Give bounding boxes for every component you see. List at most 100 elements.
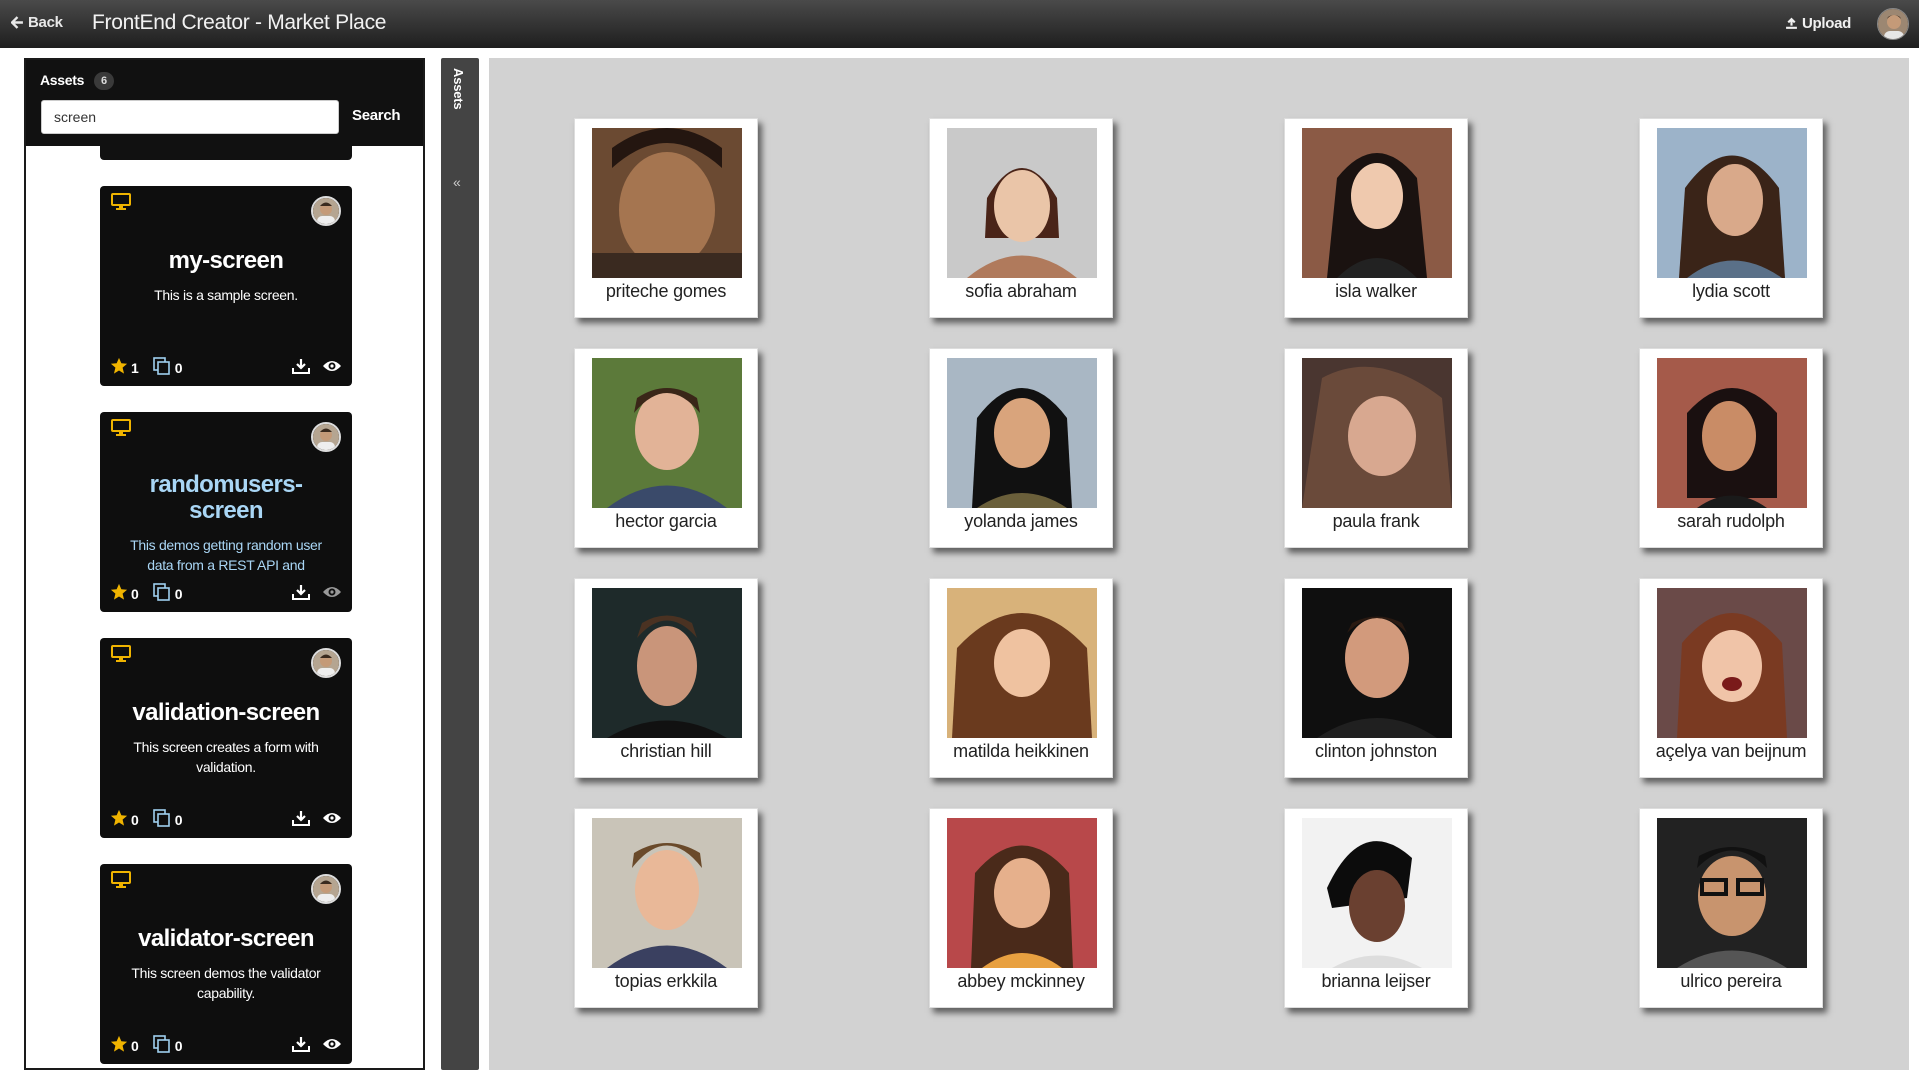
copy-icon[interactable] — [152, 809, 171, 827]
person-photo — [1657, 358, 1807, 508]
asset-title[interactable]: validation-screen — [100, 700, 352, 726]
person-card[interactable]: christian hill — [574, 578, 758, 778]
asset-card[interactable]: randomusers-screen This demos getting ra… — [100, 412, 352, 612]
asset-title[interactable]: randomusers-screen — [100, 472, 352, 524]
person-name: brianna leijser — [1321, 971, 1431, 991]
upload-button[interactable]: Upload — [1785, 15, 1851, 32]
person-name: lydia scott — [1692, 281, 1770, 301]
user-avatar[interactable] — [1877, 8, 1909, 40]
eye-icon[interactable] — [322, 585, 342, 599]
star-count: 1 — [131, 360, 139, 376]
person-name: matilda heikkinen — [953, 741, 1089, 761]
top-navbar: Back FrontEnd Creator - Market Place Upl… — [0, 0, 1919, 48]
star-count: 0 — [131, 586, 139, 602]
assets-title: Assets — [40, 72, 85, 88]
person-name: yolanda james — [964, 511, 1078, 531]
person-name: açelya van beijnum — [1655, 741, 1807, 761]
download-icon[interactable] — [292, 810, 310, 826]
person-card[interactable]: clinton johnston — [1284, 578, 1468, 778]
author-avatar[interactable] — [311, 422, 341, 452]
download-icon[interactable] — [292, 1036, 310, 1052]
eye-icon[interactable] — [322, 811, 342, 825]
person-photo — [592, 818, 742, 968]
asset-title[interactable]: validator-screen — [100, 926, 352, 952]
person-photo — [947, 358, 1097, 508]
person-name: paula frank — [1332, 511, 1420, 531]
person-name: sofia abraham — [965, 281, 1077, 301]
person-card[interactable]: matilda heikkinen — [929, 578, 1113, 778]
person-card[interactable]: sarah rudolph — [1639, 348, 1823, 548]
person-card[interactable]: sofia abraham — [929, 118, 1113, 318]
person-card[interactable]: isla walker — [1284, 118, 1468, 318]
asset-stats: 0 0 — [110, 808, 183, 828]
asset-actions — [292, 1036, 342, 1052]
monitor-icon — [111, 645, 131, 662]
person-photo — [1302, 588, 1452, 738]
person-name: sarah rudolph — [1677, 511, 1785, 531]
upload-icon — [1786, 17, 1797, 29]
copy-icon[interactable] — [152, 357, 171, 375]
person-photo — [592, 128, 742, 278]
asset-title[interactable]: my-screen — [100, 248, 352, 274]
person-card[interactable]: brianna leijser — [1284, 808, 1468, 1008]
asset-description: This is a sample screen. — [154, 287, 298, 303]
person-name: abbey mckinney — [957, 971, 1085, 991]
person-photo — [1657, 588, 1807, 738]
back-button[interactable]: Back — [11, 14, 63, 31]
asset-description: This demos getting random user data from… — [130, 537, 322, 573]
person-card[interactable]: yolanda james — [929, 348, 1113, 548]
person-card[interactable]: lydia scott — [1639, 118, 1823, 318]
star-icon[interactable] — [110, 809, 128, 827]
assets-panel: Assets 6 Search my-screen This is a samp… — [24, 58, 425, 1070]
copy-icon[interactable] — [152, 1035, 171, 1053]
download-icon[interactable] — [292, 358, 310, 374]
copy-count: 0 — [174, 812, 183, 828]
person-card[interactable]: topias erkkila — [574, 808, 758, 1008]
monitor-icon — [111, 419, 131, 436]
download-icon[interactable] — [292, 584, 310, 600]
person-name: isla walker — [1335, 281, 1417, 301]
person-name: christian hill — [620, 741, 712, 761]
person-card[interactable]: hector garcia — [574, 348, 758, 548]
person-card[interactable]: açelya van beijnum — [1639, 578, 1823, 778]
person-name: topias erkkila — [614, 971, 718, 991]
chevron-double-left-icon[interactable]: « — [453, 174, 461, 190]
app-title: FrontEnd Creator - Market Place — [92, 11, 387, 34]
star-icon[interactable] — [110, 1035, 128, 1053]
asset-card-partial[interactable] — [100, 146, 352, 160]
search-button[interactable]: Search — [352, 107, 401, 124]
person-photo — [947, 818, 1097, 968]
person-photo — [1302, 358, 1452, 508]
person-photo — [947, 128, 1097, 278]
assets-collapse-bar[interactable]: Assets « — [441, 58, 479, 1070]
copy-count: 0 — [174, 586, 183, 602]
person-name: ulrico pereira — [1680, 971, 1782, 991]
person-card[interactable]: abbey mckinney — [929, 808, 1113, 1008]
asset-actions — [292, 810, 342, 826]
person-card[interactable]: ulrico pereira — [1639, 808, 1823, 1008]
person-card[interactable]: priteche gomes — [574, 118, 758, 318]
person-name: priteche gomes — [605, 281, 727, 301]
asset-stats: 1 0 — [110, 356, 183, 376]
person-card[interactable]: paula frank — [1284, 348, 1468, 548]
monitor-icon — [111, 871, 131, 888]
asset-card[interactable]: my-screen This is a sample screen. 1 0 — [100, 186, 352, 386]
person-photo — [1302, 128, 1452, 278]
asset-card[interactable]: validation-screen This screen creates a … — [100, 638, 352, 838]
asset-actions — [292, 358, 342, 374]
author-avatar[interactable] — [311, 648, 341, 678]
eye-icon[interactable] — [322, 1037, 342, 1051]
copy-count: 0 — [174, 1038, 183, 1054]
collapse-bar-label: Assets — [451, 68, 466, 110]
star-icon[interactable] — [110, 357, 128, 375]
search-input[interactable] — [41, 100, 339, 134]
asset-card[interactable]: validator-screen This screen demos the v… — [100, 864, 352, 1064]
person-photo — [947, 588, 1097, 738]
author-avatar[interactable] — [311, 196, 341, 226]
star-icon[interactable] — [110, 583, 128, 601]
eye-icon[interactable] — [322, 359, 342, 373]
copy-icon[interactable] — [152, 583, 171, 601]
assets-panel-header: Assets 6 Search — [26, 60, 423, 146]
assets-count-badge: 6 — [94, 72, 114, 90]
author-avatar[interactable] — [311, 874, 341, 904]
